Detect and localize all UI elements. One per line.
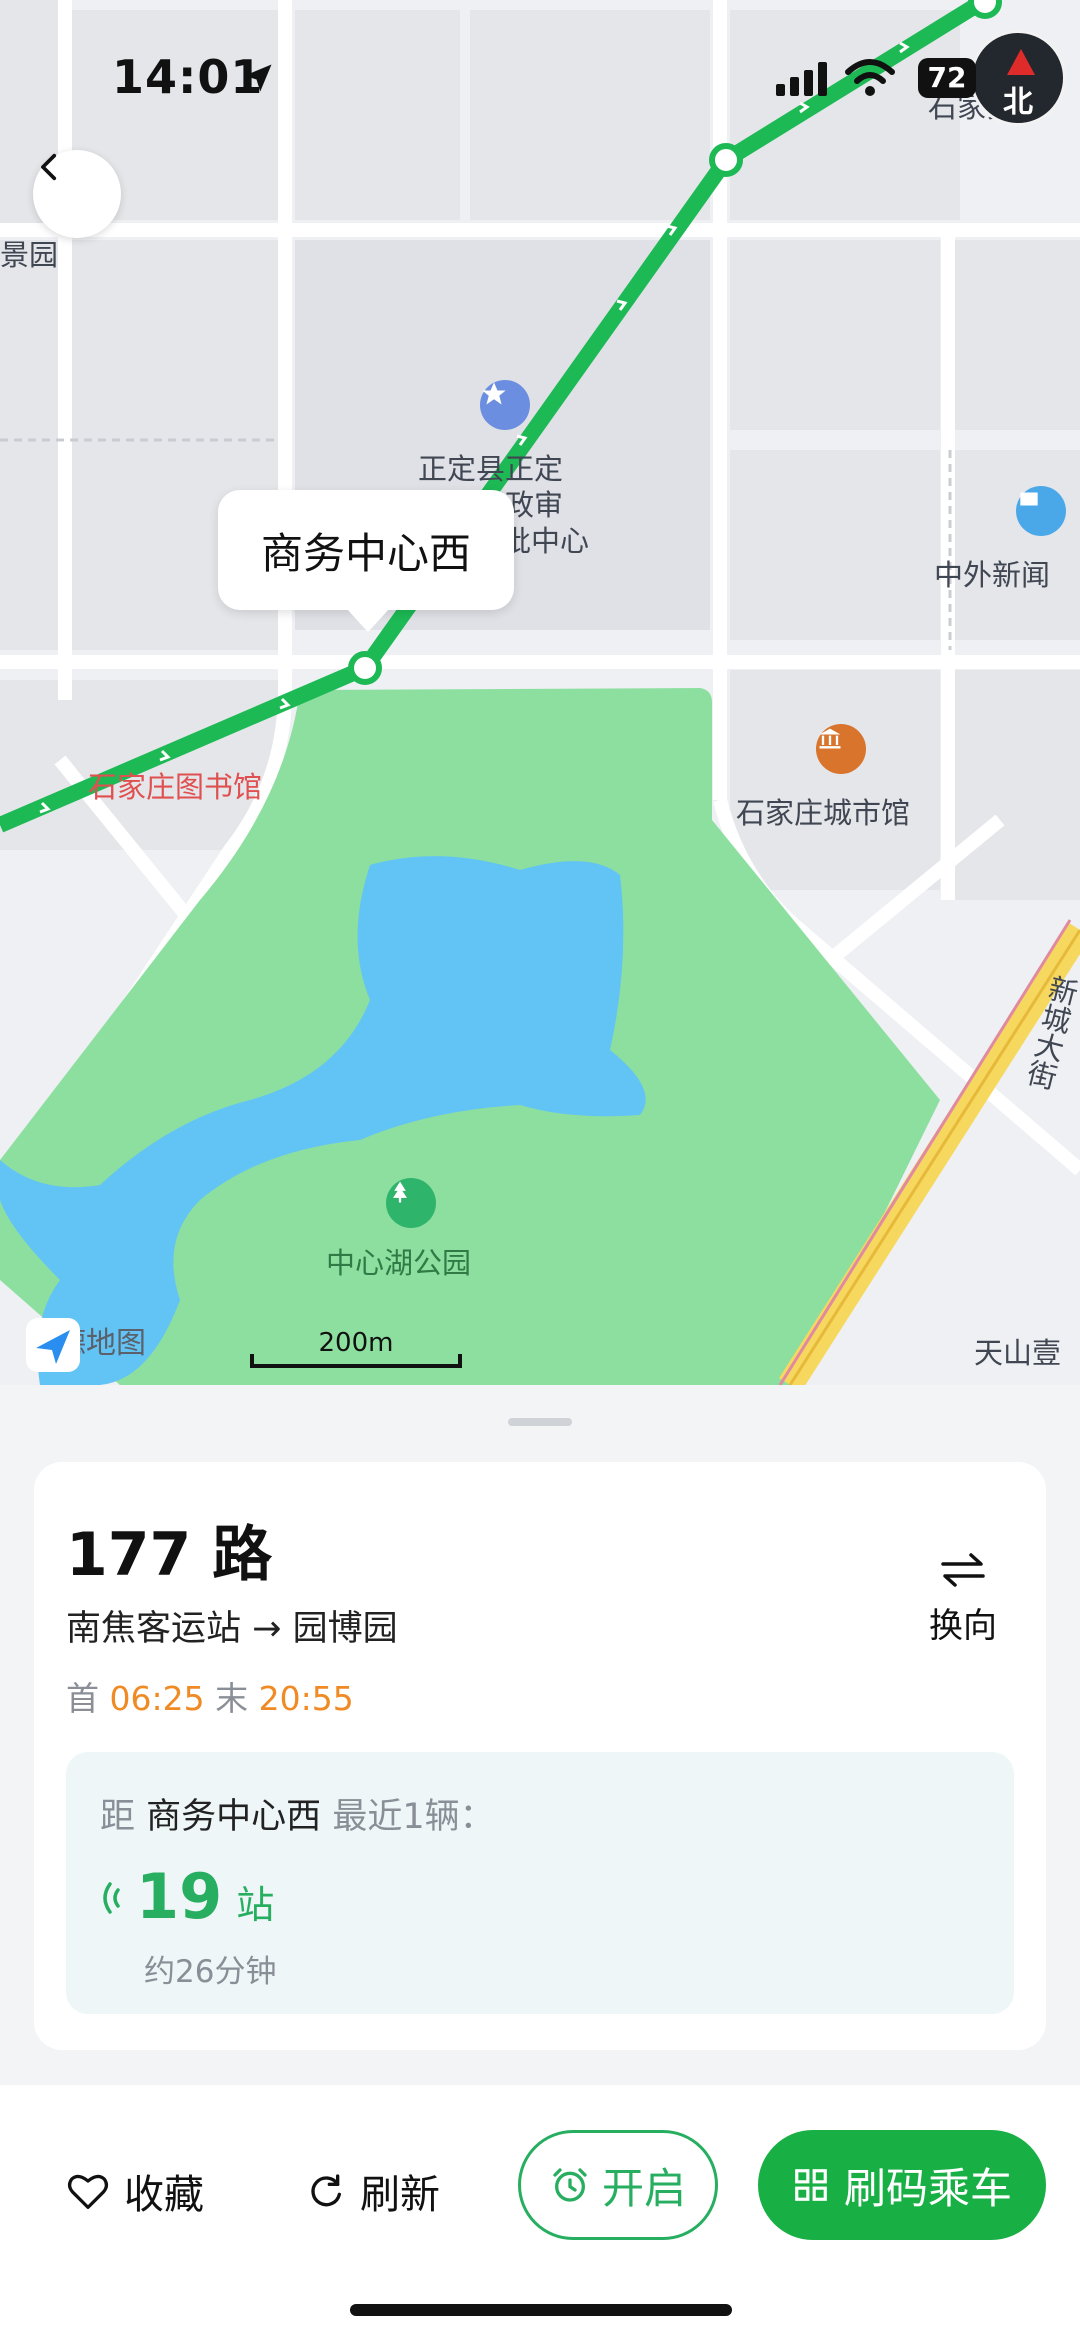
map-scale: 200m [250,1328,462,1368]
eta-heading: 距 商务中心西 最近1辆： [100,1788,495,1839]
amap-logo: 高德地图 [26,1318,146,1372]
route-card: 177 路 南焦客运站 → 园博园 首 06:25 末 20:55 换向 距 商… [34,1462,1046,2050]
refresh-label: 刷新 [360,2172,440,2218]
eta-stops-unit: 站 [236,1883,275,1927]
map-canvas [0,0,1080,1385]
news-pin-icon[interactable] [1016,486,1066,536]
route-schedule: 首 06:25 末 20:55 [66,1672,354,1720]
qr-pay-label: 刷码乘车 [843,2163,1012,2213]
refresh-button[interactable]: 刷新 [306,2162,440,2220]
chevron-left-icon [41,153,57,181]
sheet-grabber[interactable] [508,1418,572,1426]
route-direction: 南焦客运站 → 园博园 [66,1600,398,1651]
alarm-label: 开启 [601,2163,686,2213]
map-label: 石家庄图书馆 [88,770,263,804]
route-arrow: → [252,1609,282,1649]
favorite-label: 收藏 [124,2172,204,2218]
eta-minutes: 约26分钟 [144,1954,277,1990]
qr-code-icon [795,2169,827,2201]
current-stop-marker[interactable] [348,651,382,685]
eta-panel: 距 商务中心西 最近1辆： 19 站 约26分钟 [66,1752,1014,2014]
eta-stop-name: 商务中心西 [146,1797,322,1837]
eta-stops: 19 站 [96,1860,274,1933]
cellular-signal-icon [776,62,827,96]
switch-direction-label: 换向 [929,1606,997,1646]
battery-indicator: 72 [918,58,976,98]
map-label: 批中心 [502,524,590,558]
eta-suffix: 最近1辆： [332,1797,495,1837]
route-to: 园博园 [292,1609,398,1649]
map-label: 中外新闻 [934,558,1051,592]
back-button[interactable] [33,150,121,238]
museum-pin-icon[interactable] [816,724,866,774]
route-from: 南焦客运站 [66,1609,242,1649]
alarm-clock-icon [553,2168,587,2202]
route-name: 177 路 [66,1520,273,1590]
stop-marker[interactable] [709,143,743,177]
location-arrow-icon [244,64,272,92]
favorite-button[interactable]: 收藏 [66,2162,204,2220]
map-label: 中心湖公园 [326,1246,472,1280]
qr-pay-button[interactable]: 刷码乘车 [758,2130,1046,2240]
last-label: 末 [215,1679,249,1718]
stop-callout[interactable]: 商务中心西 [218,490,514,632]
park-pin-icon[interactable] [386,1178,436,1228]
amap-logo-icon [26,1318,80,1372]
home-indicator[interactable] [350,2304,732,2316]
government-pin-icon[interactable] [480,380,530,430]
first-label: 首 [66,1679,99,1718]
swap-icon [941,1553,985,1587]
map-label: 景园 [0,238,59,272]
status-bar: 14:01 72 [0,0,1080,150]
switch-direction-button[interactable]: 换向 [918,1550,1008,1647]
eta-stops-count: 19 [136,1860,223,1933]
heart-icon [67,2174,109,2209]
map-view[interactable]: 景园 正定县正定 新区行政审 批中心 中外新闻 石家庄图书馆 石家庄城市馆 新城… [0,0,1080,1385]
last-time: 20:55 [258,1679,354,1718]
first-time: 06:25 [109,1679,205,1718]
eta-prefix: 距 [100,1797,136,1837]
refresh-icon [311,2174,341,2207]
map-label: 天山壹 [974,1336,1062,1370]
scale-bar [250,1354,462,1368]
wifi-icon [845,59,895,96]
map-label: 石家庄城市馆 [736,796,911,830]
alarm-button[interactable]: 开启 [518,2130,718,2240]
realtime-signal-icon [103,1882,120,1914]
